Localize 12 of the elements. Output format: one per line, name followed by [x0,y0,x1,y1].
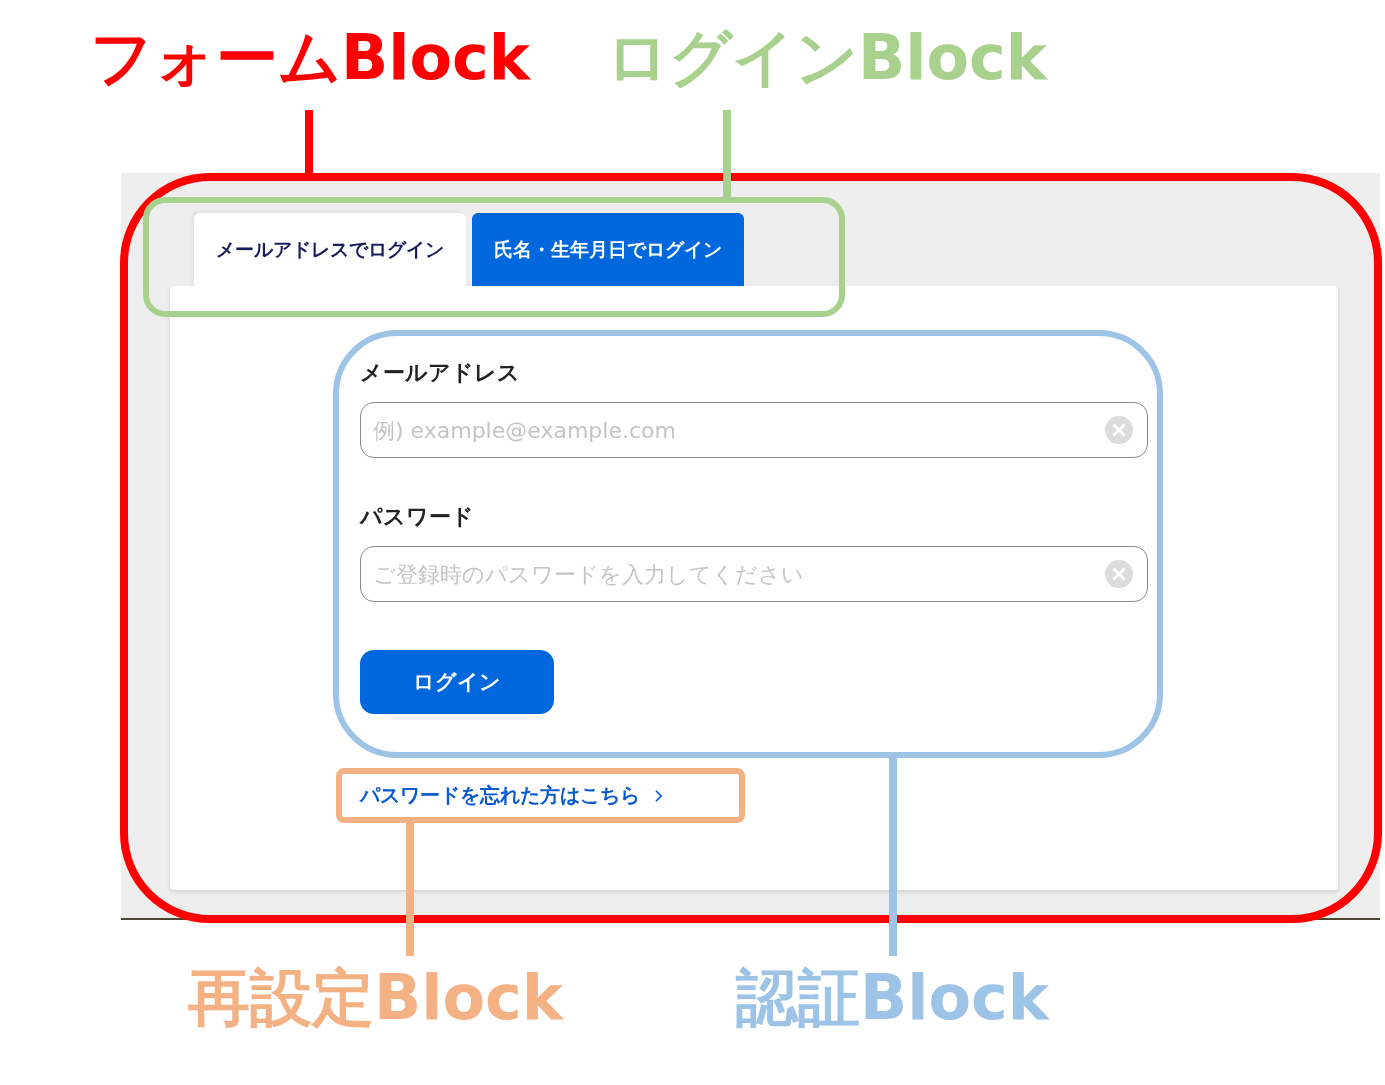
annotation-label: フォームBlock [90,20,531,96]
login-button[interactable]: ログイン [360,650,554,714]
tab[interactable]: メールアドレスでログイン [194,213,466,286]
tab[interactable]: 氏名・生年月日でログイン [472,213,744,286]
field-label: メールアドレス [360,359,520,387]
forgot-password-link[interactable]: パスワードを忘れた方はこちら [360,782,640,809]
text-field[interactable]: 例) example@example.com [360,402,1148,458]
field-label: パスワード [360,503,474,531]
annotation-label: 再設定Block [188,960,564,1036]
annotation-label: ログインBlock [606,20,1048,96]
annotation-label: 認証Block [736,960,1050,1036]
text-field[interactable]: ご登録時のパスワードを入力してください [360,546,1148,602]
